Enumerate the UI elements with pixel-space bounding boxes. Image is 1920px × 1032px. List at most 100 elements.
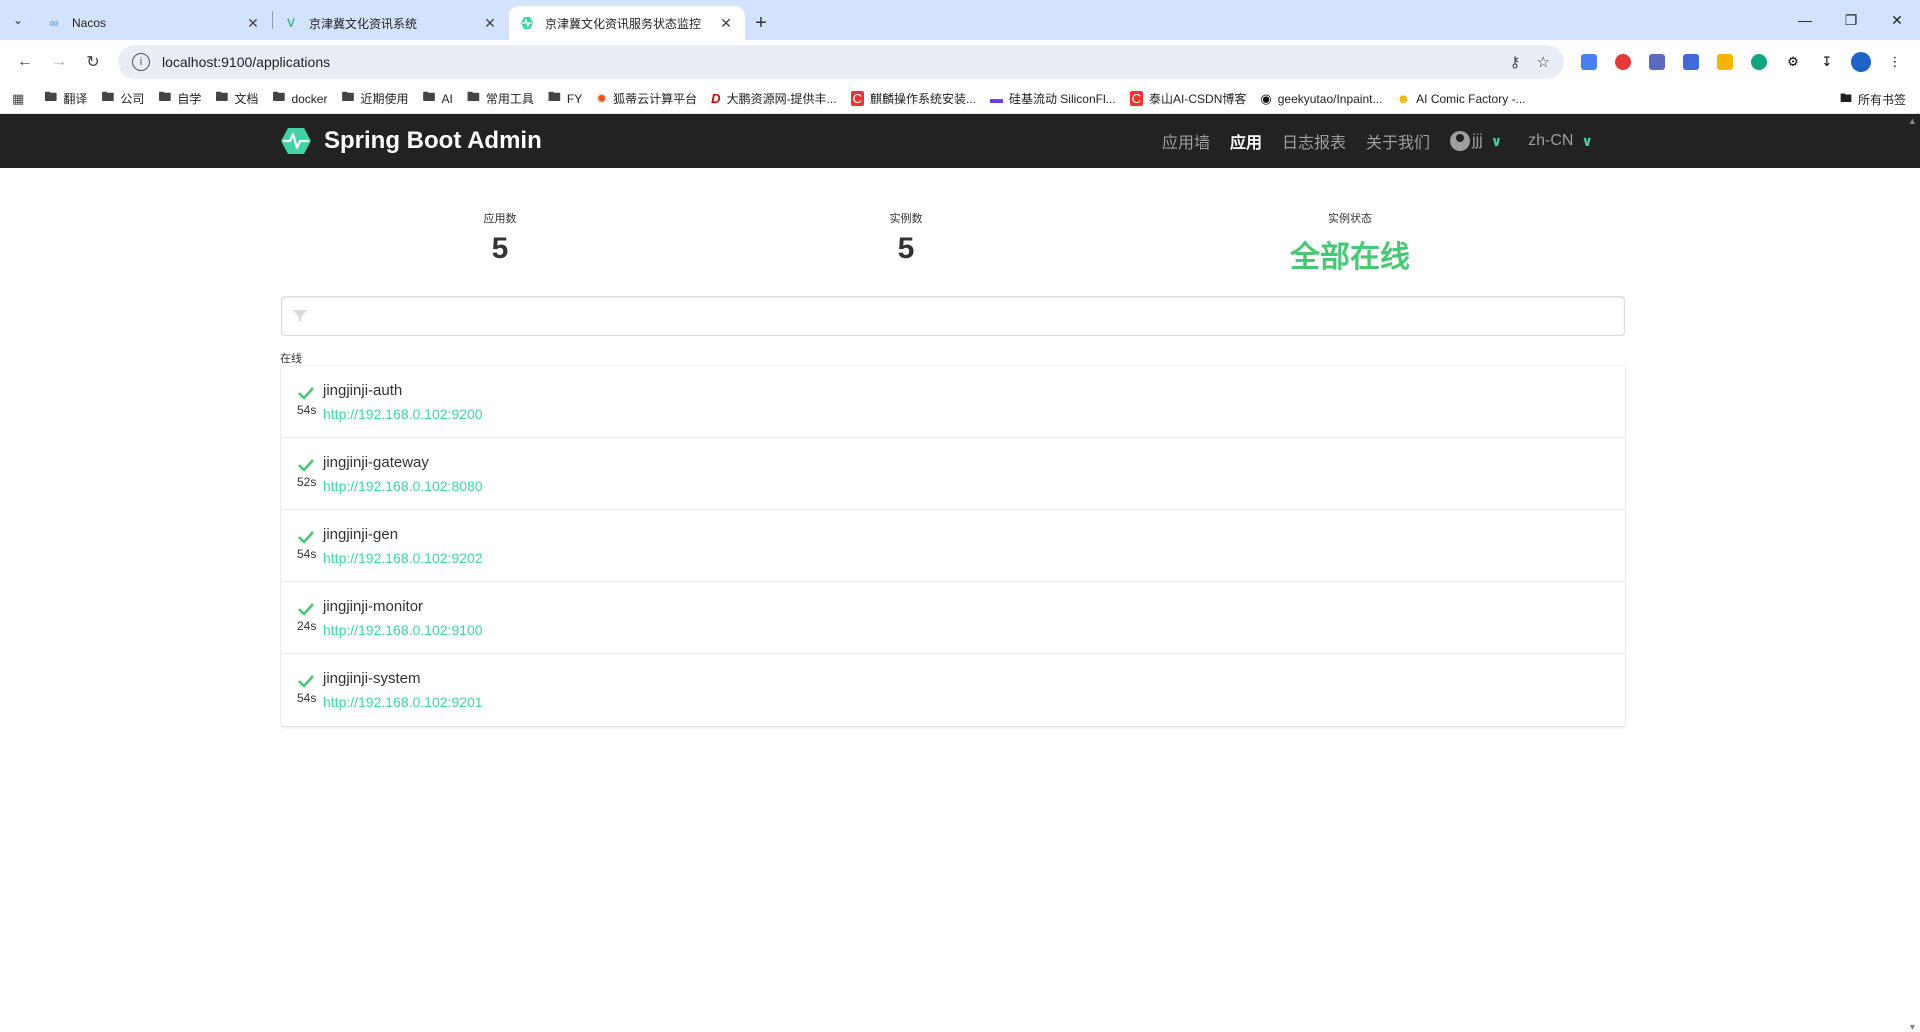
url-text[interactable]: localhost:9100/applications — [162, 54, 1494, 70]
check-icon — [298, 675, 314, 688]
password-key-icon[interactable]: ⚷ — [1510, 53, 1521, 71]
github-icon: ◉ — [1260, 90, 1272, 106]
folder-icon: 🖿 — [215, 88, 229, 104]
language-menu[interactable]: zh-CN ∨ — [1528, 132, 1593, 150]
close-icon[interactable]: ✕ — [717, 14, 735, 32]
close-icon[interactable]: ✕ — [244, 14, 262, 32]
nav-applications[interactable]: 应用 — [1230, 129, 1262, 153]
stat-instance-status: 实例状态 全部在线 — [1250, 210, 1450, 276]
tab-title: Nacos — [72, 16, 107, 30]
stat-label: 实例数 — [889, 213, 923, 225]
extension-jh-icon[interactable] — [1677, 48, 1705, 76]
hudi-cloud-icon: ✹ — [596, 90, 608, 106]
check-icon — [298, 387, 314, 400]
bookmark-link[interactable]: D 大鹏资源网-提供丰... — [711, 90, 836, 107]
user-name: jjj — [1472, 132, 1483, 149]
brand-title: Spring Boot Admin — [324, 127, 542, 154]
bookmark-folder[interactable]: 🖿 自学 — [158, 88, 201, 110]
stat-value: 全部在线 — [1290, 241, 1410, 274]
browser-tab-culture-system[interactable]: V 京津冀文化资讯系统 ✕ — [273, 6, 509, 40]
application-row[interactable]: 54s jingjinji-gen http://192.168.0.102:9… — [281, 510, 1625, 582]
site-info-icon[interactable]: i — [132, 53, 150, 71]
check-icon — [298, 459, 314, 472]
bookmark-link[interactable]: ▬ 硅基流动 SiliconFl... — [990, 90, 1116, 107]
nav-journal[interactable]: 日志报表 — [1282, 129, 1346, 153]
bookmark-link[interactable]: ✹ 狐蒂云计算平台 — [596, 90, 697, 107]
application-row[interactable]: 52s jingjinji-gateway http://192.168.0.1… — [281, 438, 1625, 510]
profile-avatar-icon[interactable] — [1847, 48, 1875, 76]
folder-icon: 🖿 — [341, 88, 355, 104]
extension-translate-icon[interactable] — [1711, 48, 1739, 76]
stat-applications: 应用数 5 — [430, 210, 570, 266]
extension-circle-icon[interactable] — [1745, 48, 1773, 76]
new-tab-plus-icon[interactable]: + — [745, 6, 777, 40]
tab-title: 京津冀文化资讯系统 — [309, 16, 418, 31]
reload-icon[interactable]: ↻ — [76, 45, 110, 79]
bookmark-link[interactable]: C 泰山AI-CSDN博客 — [1129, 90, 1246, 107]
application-url[interactable]: http://192.168.0.102:9202 — [323, 550, 483, 566]
siliconflow-icon: ▬ — [989, 91, 1003, 106]
folder-icon: 🖿 — [422, 88, 436, 104]
application-url[interactable]: http://192.168.0.102:9200 — [323, 406, 483, 422]
folder-icon: 🖿 — [466, 88, 480, 104]
scroll-up-arrow-icon[interactable]: ▲ — [1908, 116, 1917, 126]
uptime: 24s — [297, 619, 317, 633]
filter-input[interactable] — [318, 298, 1624, 334]
nav-about[interactable]: 关于我们 — [1366, 129, 1430, 153]
app-navbar: Spring Boot Admin 应用墙 应用 日志报表 关于我们 jjj ∨… — [0, 114, 1920, 168]
application-url[interactable]: http://192.168.0.102:9201 — [323, 694, 483, 710]
all-bookmarks[interactable]: 🖿 所有书签 — [1840, 84, 1906, 114]
bookmark-folder[interactable]: 🖿 翻译 — [44, 88, 87, 110]
bookmark-link[interactable]: ◉ geekyutao/Inpaint... — [1260, 91, 1382, 107]
address-bar[interactable]: i localhost:9100/applications ⚷ ☆ — [118, 45, 1564, 79]
application-url[interactable]: http://192.168.0.102:8080 — [323, 478, 483, 494]
infinity-icon: ∞ — [49, 16, 59, 30]
hugging-face-icon: ☻ — [1396, 91, 1411, 106]
brand[interactable]: Spring Boot Admin — [280, 127, 542, 155]
main-nav: 应用墙 应用 日志报表 关于我们 jjj ∨ zh-CN ∨ — [1162, 114, 1619, 168]
bookmark-link[interactable]: ☻ AI Comic Factory -... — [1396, 91, 1525, 106]
nav-wallboard[interactable]: 应用墙 — [1162, 129, 1210, 153]
application-row[interactable]: 54s jingjinji-auth http://192.168.0.102:… — [281, 366, 1625, 438]
browser-tab-monitor[interactable]: 京津冀文化资讯服务状态监控 ✕ — [509, 6, 745, 40]
bookmark-folder[interactable]: 🖿 常用工具 — [467, 88, 534, 110]
close-icon[interactable]: ✕ — [481, 14, 499, 32]
browser-tab-nacos[interactable]: ∞ Nacos ✕ — [36, 6, 272, 40]
download-icon[interactable]: ↧ — [1813, 48, 1841, 76]
user-menu[interactable]: jjj ∨ — [1450, 131, 1502, 151]
tab-search-chevron-icon[interactable]: ⌄ — [0, 0, 36, 40]
application-row[interactable]: 24s jingjinji-monitor http://192.168.0.1… — [281, 582, 1625, 654]
bookmark-folder[interactable]: 🖿 公司 — [101, 88, 144, 110]
stat-label: 应用数 — [483, 213, 517, 225]
bookmark-folder[interactable]: 🖿 FY — [548, 88, 582, 110]
back-arrow-icon[interactable]: ← — [8, 45, 42, 79]
folder-icon: 🖿 — [101, 88, 115, 104]
extension-shield-icon[interactable] — [1609, 48, 1637, 76]
page-scrollbar[interactable]: ▲ ▼ — [1906, 114, 1920, 1032]
application-row[interactable]: 54s jingjinji-system http://192.168.0.10… — [281, 654, 1625, 726]
bookmark-folder[interactable]: 🖿 docker — [272, 88, 327, 110]
extension-cup-icon[interactable] — [1643, 48, 1671, 76]
chevron-down-icon: ∨ — [1581, 132, 1593, 149]
minimize-icon[interactable]: — — [1782, 0, 1828, 40]
language-label: zh-CN — [1528, 132, 1574, 149]
extensions-puzzle-icon[interactable]: ⚙ — [1779, 48, 1807, 76]
browser-menu-icon[interactable]: ⋮ — [1881, 48, 1909, 76]
restore-icon[interactable]: ❐ — [1828, 0, 1874, 40]
scroll-down-arrow-icon[interactable]: ▼ — [1908, 1022, 1917, 1032]
window-close-icon[interactable]: ✕ — [1874, 0, 1920, 40]
bookmark-folder[interactable]: 🖿 AI — [423, 88, 453, 110]
bookmark-folder[interactable]: 🖿 近期使用 — [341, 88, 408, 110]
spring-boot-admin-icon — [519, 15, 535, 31]
application-url[interactable]: http://192.168.0.102:9100 — [323, 622, 483, 638]
folder-icon: 🖿 — [547, 88, 561, 104]
forward-arrow-icon[interactable]: → — [42, 45, 76, 79]
check-icon — [298, 531, 314, 544]
extension-chart-icon[interactable] — [1575, 48, 1603, 76]
application-name: jingjinji-gen — [323, 526, 399, 543]
bookmark-star-icon[interactable]: ☆ — [1537, 53, 1550, 71]
bookmark-link[interactable]: C 麒麟操作系统安装... — [850, 90, 976, 107]
bookmark-folder[interactable]: 🖿 文档 — [215, 88, 258, 110]
apps-grid-icon[interactable]: ▦ — [12, 91, 30, 107]
check-icon — [298, 603, 314, 616]
